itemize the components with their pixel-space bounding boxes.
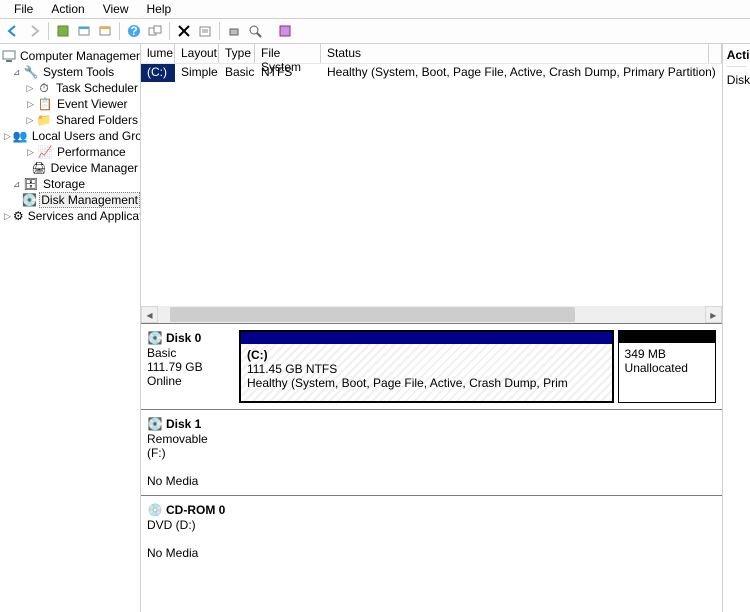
tree-services[interactable]: ▷⚙Services and Applications	[0, 208, 140, 224]
cd-media: No Media	[147, 546, 229, 560]
volume-row[interactable]: (C:) Simple Basic NTFS Healthy (System, …	[141, 64, 722, 82]
back-icon[interactable]	[4, 22, 22, 40]
vol-layout: Simple	[175, 64, 219, 82]
disk0-name: Disk 0	[166, 331, 201, 345]
cdrom-icon: 💿	[147, 502, 163, 518]
tree-performance[interactable]: ▷📈Performance	[0, 144, 140, 160]
event-icon: 📋	[37, 96, 53, 112]
col-status[interactable]: Status	[321, 44, 709, 63]
scroll-thumb[interactable]	[170, 307, 575, 322]
disk-0-panel[interactable]: 💽Disk 0 Basic 111.79 GB Online (C:) 111.…	[141, 323, 722, 409]
col-type[interactable]: Type	[219, 44, 255, 63]
partition-unallocated[interactable]: 349 MB Unallocated	[618, 330, 716, 403]
disk0-size: 111.79 GB	[147, 360, 229, 374]
disk-icon: 💽	[147, 330, 163, 346]
scroll-right-icon[interactable]: ▸	[705, 306, 722, 323]
toolbar-icon-8[interactable]	[225, 22, 243, 40]
computer-icon	[2, 48, 16, 64]
clock-icon: ⏱	[36, 80, 52, 96]
part-c-info: 111.45 GB NTFS	[247, 362, 606, 376]
actions-item[interactable]: Disk	[727, 66, 746, 87]
toolbar-icon-1[interactable]	[54, 22, 72, 40]
expand-icon[interactable]: ▷	[26, 83, 35, 94]
tree-shared-folders[interactable]: ▷📁Shared Folders	[0, 112, 140, 128]
collapse-icon[interactable]: ⊿	[12, 179, 21, 190]
help-icon[interactable]: ?	[125, 22, 143, 40]
services-icon: ⚙	[13, 208, 24, 224]
tree-task-scheduler[interactable]: ▷⏱Task Scheduler	[0, 80, 140, 96]
users-icon: 👥	[13, 128, 28, 144]
menu-file[interactable]: File	[6, 2, 41, 16]
toolbar-icon-9[interactable]	[246, 22, 264, 40]
disk0-status: Online	[147, 374, 229, 388]
disk-1-panel[interactable]: 💽Disk 1 Removable (F:) No Media	[141, 409, 722, 495]
tree-root[interactable]: Computer Management (Local	[0, 48, 140, 64]
delete-icon[interactable]	[175, 22, 193, 40]
partition-c[interactable]: (C:) 111.45 GB NTFS Healthy (System, Boo…	[239, 330, 614, 403]
tree-system-tools[interactable]: ⊿🔧System Tools	[0, 64, 140, 80]
part-c-status: Healthy (System, Boot, Page File, Active…	[247, 376, 606, 390]
cdrom-panel[interactable]: 💿CD-ROM 0 DVD (D:) No Media	[141, 495, 722, 581]
actions-title: Actions	[727, 48, 746, 66]
tree-disk-management[interactable]: 💽Disk Management	[0, 192, 140, 208]
tree-panel: Computer Management (Local ⊿🔧System Tool…	[0, 44, 141, 612]
cd-type: DVD (D:)	[147, 518, 229, 532]
perf-icon: 📈	[37, 144, 53, 160]
toolbar-icon-3[interactable]	[96, 22, 114, 40]
expand-icon[interactable]: ▷	[26, 147, 35, 158]
disk-icon: 💽	[147, 416, 163, 432]
center-panel: lume Layout Type File System Status (C:)…	[141, 44, 723, 612]
actions-panel: Actions Disk	[723, 44, 750, 612]
menu-help[interactable]: Help	[139, 2, 180, 16]
expand-icon[interactable]: ▷	[4, 211, 11, 222]
h-scrollbar[interactable]: ◂ ▸	[141, 306, 722, 323]
col-layout[interactable]: Layout	[175, 44, 219, 63]
toolbar-icon-7[interactable]	[196, 22, 214, 40]
device-icon: 🖨	[31, 160, 46, 176]
col-volume[interactable]: lume	[141, 44, 175, 63]
menu-view[interactable]: View	[95, 2, 137, 16]
volume-header: lume Layout Type File System Status	[141, 44, 722, 64]
disk1-type: Removable (F:)	[147, 432, 229, 460]
vol-letter: (C:)	[141, 64, 175, 82]
disk0-type: Basic	[147, 346, 229, 360]
menubar: File Action View Help	[0, 0, 750, 18]
toolbar: ?	[0, 18, 750, 44]
part-unalloc-size: 349 MB	[625, 347, 709, 361]
menu-action[interactable]: Action	[43, 2, 92, 16]
col-extra[interactable]	[709, 44, 722, 63]
expand-icon[interactable]: ▷	[26, 115, 35, 126]
tree-local-users[interactable]: ▷👥Local Users and Groups	[0, 128, 140, 144]
disk-graphic-area: 💽Disk 0 Basic 111.79 GB Online (C:) 111.…	[141, 323, 722, 612]
vol-status: Healthy (System, Boot, Page File, Active…	[321, 64, 722, 82]
col-filesystem[interactable]: File System	[255, 44, 321, 63]
svg-text:?: ?	[130, 24, 137, 38]
scroll-left-icon[interactable]: ◂	[141, 306, 158, 323]
toolbar-icon-10[interactable]	[276, 22, 294, 40]
forward-icon[interactable]	[25, 22, 43, 40]
cd-name: CD-ROM 0	[166, 503, 225, 517]
folder-icon: 📁	[36, 112, 52, 128]
disk-icon: 💽	[22, 192, 37, 208]
tools-icon: 🔧	[23, 64, 39, 80]
part-unalloc-status: Unallocated	[625, 361, 709, 375]
toolbar-icon-2[interactable]	[75, 22, 93, 40]
disk1-name: Disk 1	[166, 417, 201, 431]
disk1-media: No Media	[147, 474, 229, 488]
tree-storage[interactable]: ⊿🗄Storage	[0, 176, 140, 192]
vol-fs: NTFS	[255, 64, 321, 82]
expand-icon[interactable]: ▷	[26, 99, 35, 110]
expand-icon[interactable]: ▷	[4, 131, 11, 142]
collapse-icon[interactable]: ⊿	[12, 67, 21, 78]
tree-device-manager[interactable]: 🖨Device Manager	[0, 160, 140, 176]
tree-event-viewer[interactable]: ▷📋Event Viewer	[0, 96, 140, 112]
vol-type: Basic	[219, 64, 255, 82]
toolbar-icon-5[interactable]	[146, 22, 164, 40]
storage-icon: 🗄	[23, 176, 39, 192]
part-c-letter: (C:)	[247, 348, 606, 362]
